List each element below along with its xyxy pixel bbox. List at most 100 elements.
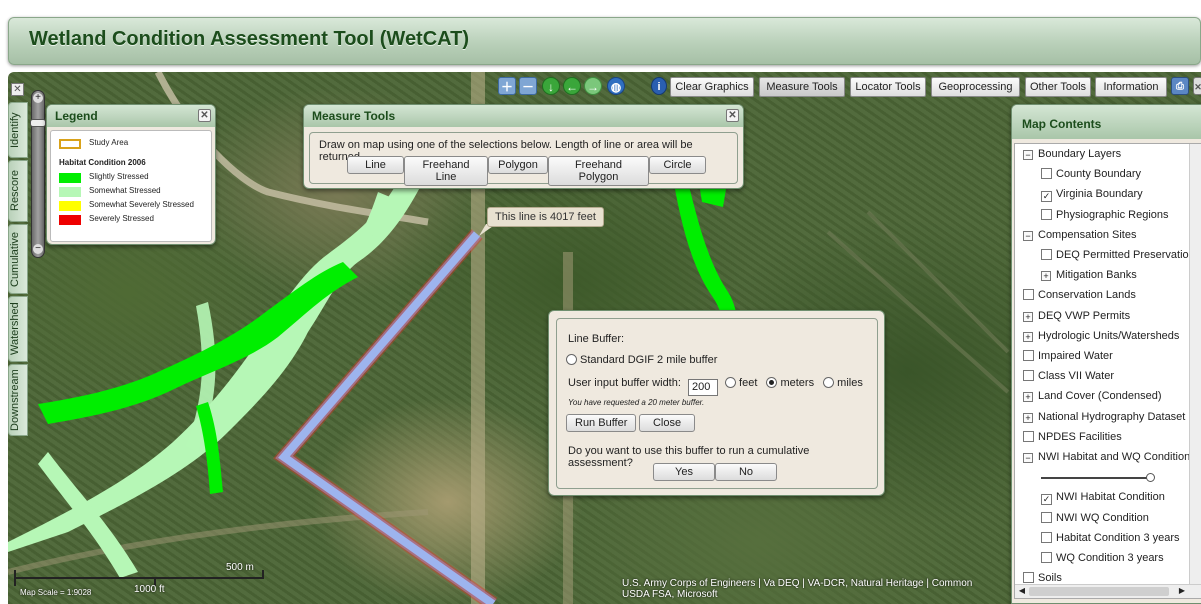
layer-row[interactable]: Conservation Lands xyxy=(1023,289,1136,301)
print-icon[interactable]: ⎙ xyxy=(1171,77,1189,95)
checkbox[interactable] xyxy=(1041,168,1052,180)
layer-row[interactable]: NWI WQ Condition xyxy=(1041,511,1149,524)
layer-row[interactable]: Physiographic Regions xyxy=(1041,208,1169,221)
polygon-button[interactable]: Polygon xyxy=(488,156,548,174)
layer-row[interactable]: + Hydrologic Units/Watersheds xyxy=(1023,330,1179,342)
yes-button[interactable]: Yes xyxy=(653,463,715,481)
collapse-icon[interactable]: − xyxy=(1023,150,1033,160)
expand-icon[interactable]: + xyxy=(1023,311,1033,322)
checkbox[interactable] xyxy=(1023,370,1034,382)
layer-opacity-slider[interactable] xyxy=(1041,471,1155,483)
layer-row[interactable]: DEQ Permitted Preservation S xyxy=(1041,249,1201,261)
freehand-polygon-button[interactable]: Freehand Polygon xyxy=(548,156,649,186)
forward-icon[interactable]: → xyxy=(584,77,602,95)
information-button[interactable]: Information xyxy=(1095,77,1167,97)
checkbox[interactable] xyxy=(1041,208,1052,220)
legend-header[interactable]: Legend ✕ xyxy=(47,105,215,127)
miles-radio[interactable] xyxy=(823,377,835,388)
checkbox[interactable] xyxy=(1041,531,1052,543)
locator-tools-button[interactable]: Locator Tools xyxy=(850,77,926,97)
expand-icon[interactable]: + xyxy=(1041,271,1051,282)
layer-label: Hydrologic Units/Watersheds xyxy=(1038,329,1180,342)
checkbox[interactable] xyxy=(1023,430,1034,442)
buffer-width-input[interactable]: 200 xyxy=(687,379,718,396)
layer-row[interactable]: − NWI Habitat and WQ Conditions xyxy=(1023,451,1196,463)
standard-buffer-radio[interactable] xyxy=(566,354,577,365)
other-tools-button[interactable]: Other Tools xyxy=(1025,77,1091,97)
line-button[interactable]: Line xyxy=(347,156,404,174)
layer-row[interactable]: Impaired Water xyxy=(1023,350,1113,362)
layer-label: Mitigation Banks xyxy=(1056,269,1137,282)
scroll-left-icon[interactable]: ◀ xyxy=(1016,586,1028,597)
zoom-out-icon[interactable]: − xyxy=(33,244,43,254)
layer-row[interactable]: Soils xyxy=(1023,572,1062,584)
legend-item-label: Slightly Stressed xyxy=(89,172,149,181)
layer-row[interactable]: ✓ NWI Habitat Condition xyxy=(1041,491,1165,506)
zoom-slider[interactable]: + − xyxy=(30,90,46,258)
layer-row[interactable]: − Compensation Sites xyxy=(1023,229,1136,241)
scroll-right-icon[interactable]: ▶ xyxy=(1176,586,1188,597)
checkbox[interactable] xyxy=(1023,350,1034,361)
expand-icon[interactable]: + xyxy=(1023,412,1033,423)
standard-buffer-option[interactable]: Standard DGIF 2 mile buffer xyxy=(566,354,717,366)
user-width-label: User input buffer width: xyxy=(568,377,681,389)
checked-checkbox[interactable]: ✓ xyxy=(1041,191,1052,203)
collapse-icon[interactable]: − xyxy=(1023,453,1033,463)
clear-graphics-button[interactable]: Clear Graphics xyxy=(670,77,754,97)
back-icon[interactable]: ← xyxy=(563,77,581,95)
scroll-thumb[interactable] xyxy=(1029,587,1169,596)
layer-row[interactable]: Class VII Water xyxy=(1023,370,1114,382)
globe-icon[interactable]: ◍ xyxy=(607,77,625,95)
collapse-icon[interactable]: − xyxy=(1023,230,1033,241)
tab-cumulative[interactable]: Cumulative xyxy=(8,224,28,294)
checkbox[interactable] xyxy=(1041,511,1052,523)
legend-item-label: Severely Stressed xyxy=(89,214,154,223)
layer-row[interactable]: + Land Cover (Condensed) xyxy=(1023,390,1162,403)
layer-row[interactable]: + Mitigation Banks xyxy=(1041,269,1137,282)
layer-row[interactable]: + DEQ VWP Permits xyxy=(1023,310,1130,322)
vertical-scrollbar[interactable] xyxy=(1189,144,1201,585)
checkbox[interactable] xyxy=(1023,289,1034,301)
tab-watershed[interactable]: Watershed xyxy=(8,296,28,362)
close-icon[interactable]: ✕ xyxy=(1193,77,1201,95)
zoom-out-icon[interactable]: － xyxy=(519,77,537,95)
layer-row[interactable]: Habitat Condition 3 years xyxy=(1041,531,1180,544)
checked-checkbox[interactable]: ✓ xyxy=(1041,494,1052,506)
info-icon[interactable]: i xyxy=(651,77,667,95)
measure-tools-button[interactable]: Measure Tools xyxy=(759,77,845,97)
close-icon[interactable]: ✕ xyxy=(198,109,211,122)
close-icon[interactable]: ✕ xyxy=(726,109,739,122)
zoom-slider-thumb[interactable] xyxy=(30,119,46,127)
circle-button[interactable]: Circle xyxy=(649,156,706,174)
layer-row[interactable]: NPDES Facilities xyxy=(1023,430,1122,443)
tab-downstream[interactable]: Downstream xyxy=(8,364,28,436)
layer-row[interactable]: County Boundary xyxy=(1041,168,1141,180)
feet-radio[interactable] xyxy=(725,377,737,388)
run-buffer-button[interactable]: Run Buffer xyxy=(566,414,637,432)
map-contents-header[interactable]: Map Contents xyxy=(1012,105,1201,139)
expand-icon[interactable]: + xyxy=(1023,331,1033,342)
tab-rescore[interactable]: Rescore xyxy=(8,160,28,222)
measure-tools-header[interactable]: Measure Tools ✕ xyxy=(304,105,743,127)
horizontal-scrollbar[interactable]: ◀ ▶ xyxy=(1015,584,1201,598)
no-button[interactable]: No xyxy=(715,463,777,481)
layer-row[interactable]: + National Hydrography Dataset xyxy=(1023,411,1185,423)
freehand-line-button[interactable]: Freehand Line xyxy=(404,156,488,186)
tab-identify[interactable]: Identify xyxy=(8,102,28,158)
checkbox[interactable] xyxy=(1041,552,1052,563)
checkbox[interactable] xyxy=(1023,572,1034,584)
layer-row[interactable]: WQ Condition 3 years xyxy=(1041,552,1164,564)
side-close-icon[interactable]: ✕ xyxy=(11,83,24,96)
expand-icon[interactable]: + xyxy=(1023,392,1033,403)
pan-down-icon[interactable]: ↓ xyxy=(542,77,560,95)
layer-row[interactable]: ✓ Virginia Boundary xyxy=(1041,188,1143,203)
zoom-in-icon[interactable]: + xyxy=(33,93,43,103)
checkbox[interactable] xyxy=(1041,249,1052,260)
geoprocessing-button[interactable]: Geoprocessing xyxy=(931,77,1020,97)
miles-label: miles xyxy=(837,377,863,389)
meters-radio[interactable] xyxy=(766,377,778,388)
layer-row[interactable]: − Boundary Layers xyxy=(1023,148,1121,160)
toolbar: ＋ － ↓ ← → ◍ i Clear Graphics Measure Too… xyxy=(491,76,1201,98)
close-button[interactable]: Close xyxy=(639,414,695,432)
zoom-in-icon[interactable]: ＋ xyxy=(498,77,516,95)
